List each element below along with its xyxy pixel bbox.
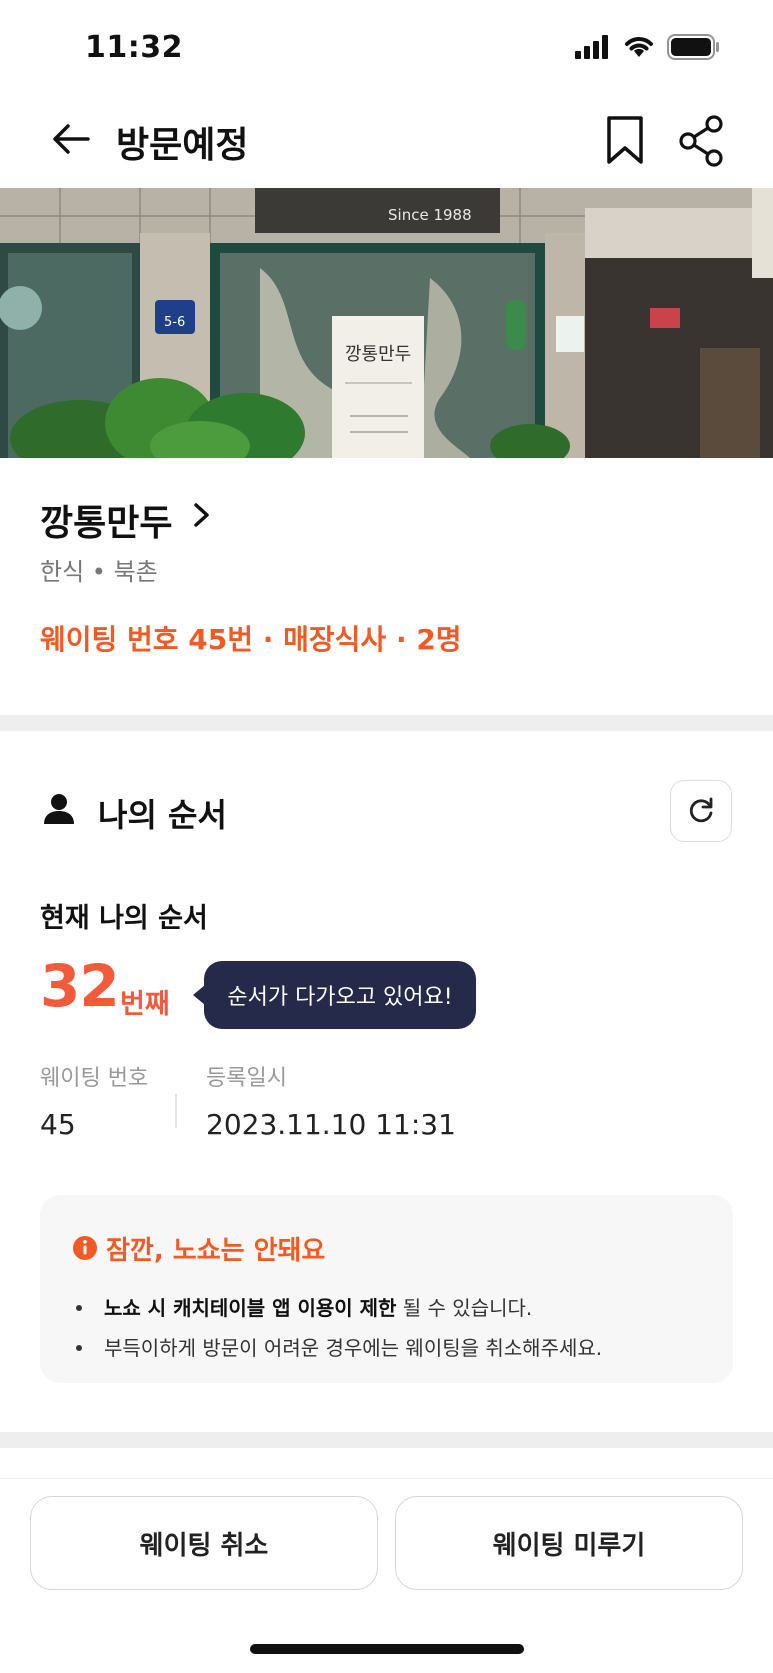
order-tooltip: 순서가 다가오고 있어요!	[204, 961, 476, 1029]
wifi-icon	[625, 37, 653, 57]
current-order-suffix: 번째	[120, 989, 170, 1020]
bullet	[76, 1305, 82, 1311]
status-icons	[575, 34, 721, 60]
chevron-right-icon[interactable]	[190, 500, 214, 530]
warning-item-strong: 노쇼 시 캐치테이블 앱 이용이 제한	[104, 1296, 397, 1320]
postpone-waiting-button[interactable]: 웨이팅 미루기	[395, 1496, 743, 1590]
registered-at-value: 2023.11.10 11:31	[206, 1108, 456, 1141]
warning-list: 노쇼 시 캐치테이블 앱 이용이 제한 될 수 있습니다. 부득이하게 방문이 …	[76, 1288, 602, 1368]
current-order-label: 현재 나의 순서	[40, 903, 208, 934]
waiting-number-value: 45	[40, 1108, 76, 1141]
user-icon	[44, 794, 74, 824]
cancel-waiting-button[interactable]: 웨이팅 취소	[30, 1496, 378, 1590]
bookmark-icon[interactable]	[600, 114, 650, 168]
status-time: 11:32	[85, 30, 183, 65]
page-title: 방문예정	[116, 125, 249, 166]
store-sign: 깡통만두	[345, 344, 411, 365]
refresh-button[interactable]	[670, 780, 732, 842]
store-category-location: 한식 • 북촌	[40, 558, 158, 586]
bottom-bar-border	[0, 1478, 773, 1479]
store-name[interactable]: 깡통만두	[40, 494, 172, 546]
share-icon[interactable]	[677, 114, 727, 168]
section-divider	[0, 1432, 773, 1448]
section-title-my-order: 나의 순서	[98, 796, 227, 834]
back-arrow-icon[interactable]	[46, 114, 96, 164]
store-photo: Since 1988 5-6 깡통만두	[0, 188, 773, 458]
app-header: 방문예정	[0, 90, 773, 188]
warning-item-text: 부득이하게 방문이 어려운 경우에는 웨이팅을 취소해주세요.	[104, 1336, 603, 1360]
current-order-number: 32	[40, 952, 120, 1020]
warning-item-text: 될 수 있습니다.	[396, 1296, 533, 1320]
waiting-number-label: 웨이팅 번호	[40, 1066, 149, 1091]
section-divider	[0, 715, 773, 731]
sign-since: Since 1988	[388, 206, 472, 224]
warning-item: 부득이하게 방문이 어려운 경우에는 웨이팅을 취소해주세요.	[76, 1328, 602, 1368]
battery-icon	[667, 34, 719, 60]
waiting-summary: 웨이팅 번호 45번 · 매장식사 · 2명	[40, 623, 462, 656]
bullet	[76, 1345, 82, 1351]
address-plate: 5-6	[164, 315, 185, 330]
signal-icon	[575, 35, 608, 59]
info-icon	[73, 1236, 97, 1260]
value-separator	[175, 1094, 177, 1128]
home-indicator	[250, 1644, 524, 1654]
warning-item: 노쇼 시 캐치테이블 앱 이용이 제한 될 수 있습니다.	[76, 1288, 602, 1328]
warning-title: 잠깐, 노쇼는 안돼요	[106, 1236, 326, 1266]
registered-at-label: 등록일시	[206, 1066, 287, 1091]
refresh-icon	[689, 797, 713, 823]
